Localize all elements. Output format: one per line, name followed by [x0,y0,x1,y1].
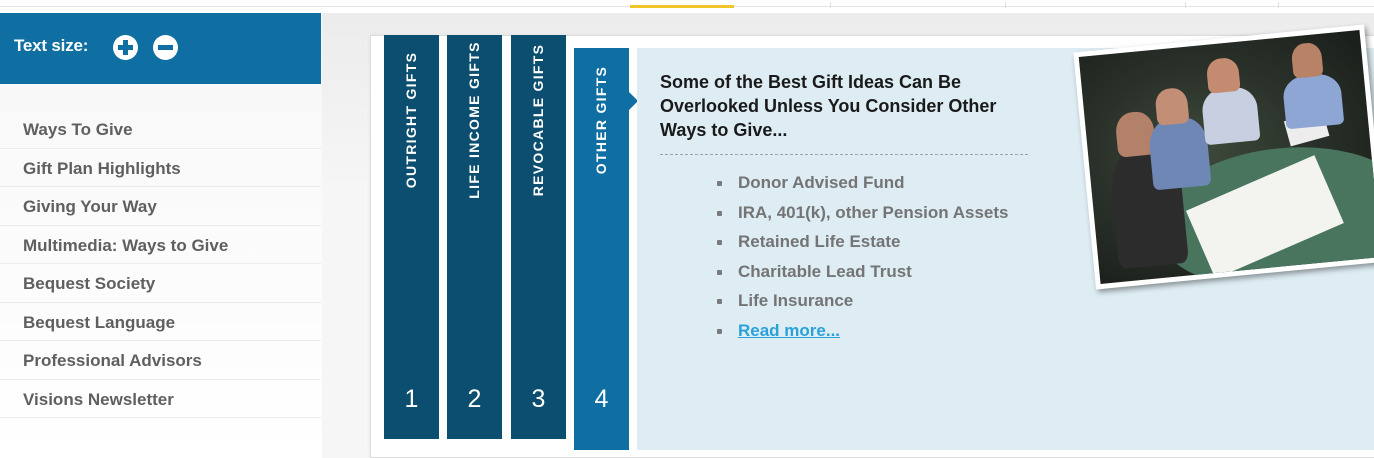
tab-label: REVOCABLE GIFTS [530,43,546,197]
top-bar [0,0,1374,8]
photo-person [1147,115,1212,191]
photo-person [1154,86,1190,126]
list-item: Life Insurance [716,291,1009,321]
tab-number: 2 [467,385,482,413]
top-divider [1185,2,1186,8]
headline-divider [660,154,1028,155]
tab-number: 4 [594,385,609,413]
text-size-control: Text size: [0,13,321,84]
read-more-link[interactable]: Read more... [738,321,840,340]
text-size-label: Text size: [14,36,89,55]
sidebar-item-professional-advisors[interactable]: Professional Advisors [0,341,321,380]
tab-life-income-gifts[interactable]: LIFE INCOME GIFTS 2 [447,35,502,439]
photo-person [1205,56,1241,94]
list-item: Retained Life Estate [716,232,1009,262]
sidebar-item-gift-plan-highlights[interactable]: Gift Plan Highlights [0,149,321,187]
tab-label: OTHER GIFTS [593,65,609,175]
tab-outright-gifts[interactable]: OUTRIGHT GIFTS 1 [384,35,439,439]
tab-number: 3 [531,385,546,413]
tab-label: LIFE INCOME GIFTS [466,41,482,199]
top-divider [1278,2,1279,8]
tab-number: 1 [404,385,419,413]
plus-circle-icon[interactable] [113,35,138,60]
list-item: Charitable Lead Trust [716,262,1009,292]
content-headline: Some of the Best Gift Ideas Can Be Overl… [660,72,997,140]
sidebar: Text size: Ways To Give Gift Plan Highli… [0,13,322,458]
tab-label: OUTRIGHT GIFTS [403,51,419,189]
sidebar-item-visions-newsletter[interactable]: Visions Newsletter [0,380,321,418]
tab-revocable-gifts[interactable]: REVOCABLE GIFTS 3 [511,35,566,439]
sidebar-item-ways-to-give[interactable]: Ways To Give [0,110,321,149]
sidebar-item-bequest-language[interactable]: Bequest Language [0,303,321,341]
sidebar-item-giving-your-way[interactable]: Giving Your Way [0,187,321,226]
sidebar-item-multimedia[interactable]: Multimedia: Ways to Give [0,226,321,264]
photo-person [1281,72,1345,130]
photo-person [1290,41,1324,79]
tab-other-gifts[interactable]: OTHER GIFTS 4 [574,48,638,450]
list-item-read-more: Read more... [716,321,1009,351]
active-section-indicator [630,5,734,8]
minus-circle-icon[interactable] [153,35,178,60]
photo-image [1078,30,1374,284]
meeting-photo [1073,24,1374,290]
list-item: IRA, 401(k), other Pension Assets [716,203,1009,233]
top-divider [1005,2,1006,8]
top-divider [830,2,831,8]
gift-options-list: Donor Advised Fund IRA, 401(k), other Pe… [716,173,1009,351]
sidebar-item-bequest-society[interactable]: Bequest Society [0,264,321,303]
sidebar-nav: Ways To Give Gift Plan Highlights Giving… [0,110,321,418]
photo-person [1200,85,1261,146]
list-item: Donor Advised Fund [716,173,1009,203]
